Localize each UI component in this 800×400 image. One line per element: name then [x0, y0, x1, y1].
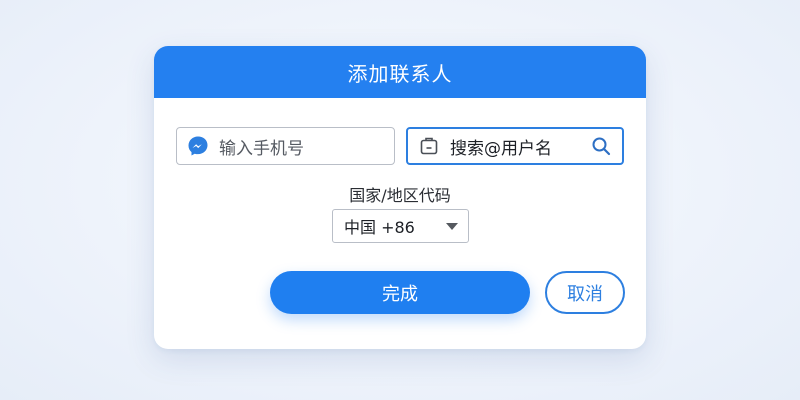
username-search-value: 搜索@用户名	[450, 138, 552, 159]
country-code-select[interactable]: 中国 +86	[332, 209, 469, 243]
cancel-button[interactable]: 取消	[545, 271, 625, 314]
done-button[interactable]: 完成	[270, 271, 530, 314]
country-code-value: 中国 +86	[344, 218, 415, 237]
search-icon[interactable]	[590, 135, 612, 157]
phone-placeholder: 输入手机号	[219, 138, 304, 159]
messenger-icon	[185, 133, 211, 159]
username-search-input[interactable]: 搜索@用户名	[406, 127, 624, 165]
country-code-label: 国家/地区代码	[349, 186, 451, 205]
phone-input[interactable]: 输入手机号	[176, 127, 395, 165]
chevron-down-icon	[446, 222, 458, 230]
badge-icon	[416, 133, 442, 159]
add-contact-dialog: 添加联系人 输入手机号 搜索@用户名 国家/地区代码 中国 +86 完成 取消	[154, 46, 646, 349]
dialog-title: 添加联系人	[154, 46, 646, 98]
